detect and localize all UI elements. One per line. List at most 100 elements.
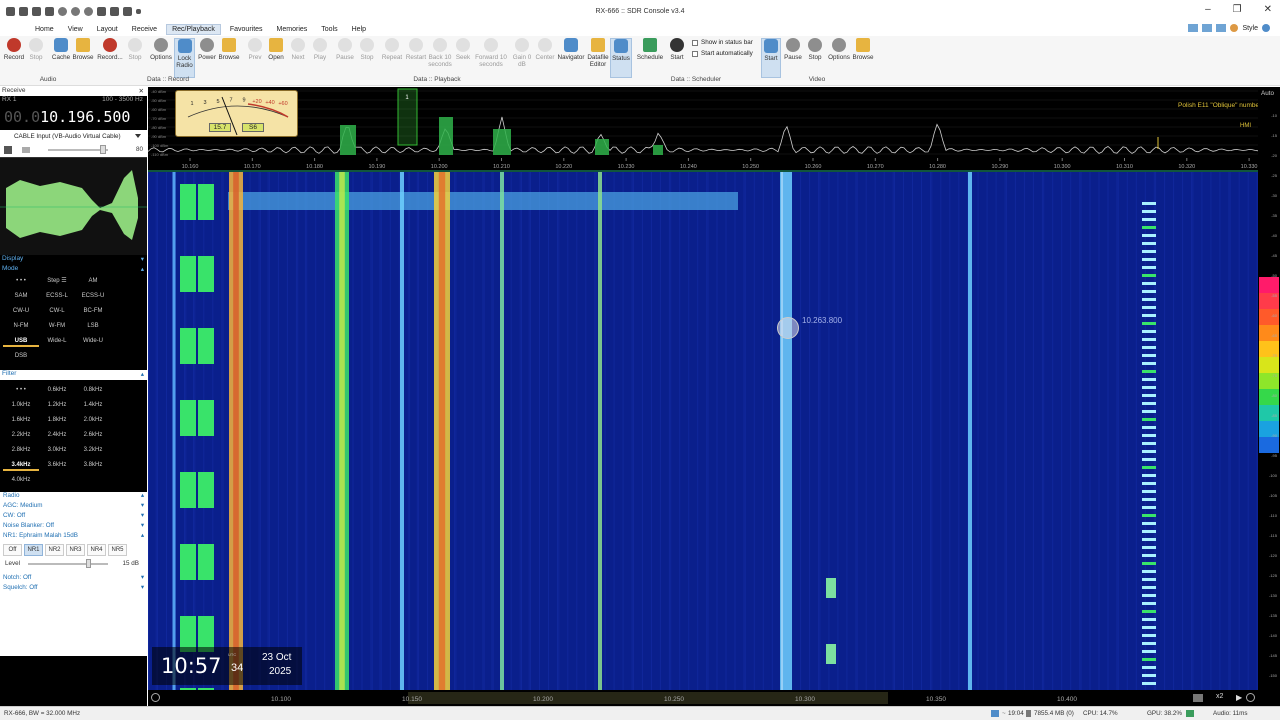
video-pause-button[interactable]: Pause <box>783 38 803 61</box>
mode-button[interactable]: CW-U <box>3 305 39 317</box>
mode-button[interactable]: Wide-L <box>39 335 75 347</box>
browse-button[interactable]: Browse <box>71 38 95 61</box>
mode-section-header[interactable]: Mode ▴ <box>0 265 147 275</box>
video-browse-button[interactable]: Browse <box>851 38 875 61</box>
filter-button[interactable]: 2.0kHz <box>75 414 111 426</box>
status-button[interactable]: Status <box>610 38 632 78</box>
video-options-button[interactable]: Options <box>826 38 852 61</box>
mode-button[interactable]: USB <box>3 335 39 347</box>
nr-button[interactable]: NR4 <box>87 544 106 556</box>
repeat-button[interactable]: Repeat <box>380 38 404 61</box>
filter-button[interactable]: 2.2kHz <box>3 429 39 441</box>
nr-button[interactable]: NR2 <box>45 544 64 556</box>
speaker-icon[interactable] <box>4 146 12 154</box>
options-button[interactable]: Options <box>148 38 174 61</box>
pause-button[interactable]: Pause <box>334 38 356 61</box>
filter-section-header[interactable]: Filter ▴ <box>0 370 147 380</box>
fullscreen-icon[interactable] <box>1216 24 1227 32</box>
datafile-editor-button[interactable]: Datafile Editor <box>586 38 610 68</box>
open-button[interactable]: Open <box>266 38 286 61</box>
style-menu[interactable]: Style <box>1242 25 1258 32</box>
radio-header[interactable]: Radio ▴ <box>0 492 147 502</box>
monitor-icon[interactable] <box>1202 24 1213 32</box>
filter-button[interactable]: 1.4kHz <box>75 399 111 411</box>
close-icon[interactable]: ✕ <box>139 87 144 96</box>
level-slider-handle[interactable] <box>86 559 91 568</box>
mode-button[interactable]: BC-FM <box>75 305 111 317</box>
nr-button[interactable]: NR3 <box>66 544 85 556</box>
mode-button[interactable]: SAM <box>3 290 39 302</box>
clock-toggle-icon[interactable] <box>151 693 160 702</box>
filter-button[interactable]: 3.2kHz <box>75 444 111 456</box>
filter-button[interactable]: 1.6kHz <box>3 414 39 426</box>
seek-button[interactable]: Seek <box>453 38 473 61</box>
level-slider-track[interactable] <box>28 563 108 565</box>
waterfall-display[interactable]: 10.263.800 <box>148 172 1258 690</box>
notch-row[interactable]: Notch: Off ▾ <box>0 574 147 584</box>
volume-slider-track[interactable] <box>48 149 108 151</box>
mode-button[interactable]: ECSS-U <box>75 290 111 302</box>
forward-10-button[interactable]: Forward 10 seconds <box>475 38 507 68</box>
squelch-row[interactable]: Squelch: Off ▾ <box>0 584 147 594</box>
browse-record-button[interactable]: Browse <box>218 38 240 61</box>
start-automatically-checkbox[interactable]: Start automatically <box>692 50 753 57</box>
audio-input-select[interactable]: CABLE Input (VB-Audio Virtual Cable) <box>0 130 147 143</box>
gain-button[interactable]: Gain 0 dB <box>510 38 534 68</box>
mode-button[interactable]: AM <box>75 275 111 287</box>
navigator-button[interactable]: Navigator <box>556 38 586 61</box>
cache-button[interactable]: Cache <box>50 38 72 61</box>
lock-radio-button[interactable]: Lock Radio <box>174 38 195 78</box>
filter-button[interactable]: 0.8kHz <box>75 384 111 396</box>
mode-button[interactable]: N-FM <box>3 320 39 332</box>
filter-button[interactable]: 1.8kHz <box>39 414 75 426</box>
show-in-status-bar-checkbox[interactable]: Show in status bar <box>692 39 753 46</box>
filter-button[interactable]: 1.0kHz <box>3 399 39 411</box>
menu-item[interactable]: Tools <box>316 25 342 34</box>
mode-button[interactable]: CW-L <box>39 305 75 317</box>
menu-item[interactable]: Home <box>30 25 59 34</box>
play-button[interactable]: Play <box>310 38 330 61</box>
filter-button[interactable]: 3.4kHz <box>3 459 39 471</box>
filter-button[interactable]: 2.6kHz <box>75 429 111 441</box>
back-10-button[interactable]: Back 10 seconds <box>428 38 452 68</box>
cw-row[interactable]: CW: Off ▾ <box>0 512 147 522</box>
next-button[interactable]: Next <box>288 38 308 61</box>
window-layout-icon[interactable] <box>1188 24 1199 32</box>
menu-item[interactable]: Layout <box>92 25 123 34</box>
center-button[interactable]: Center <box>534 38 556 61</box>
mode-button[interactable]: W-FM <box>39 320 75 332</box>
display-section-header[interactable]: Display ▾ <box>0 255 147 265</box>
frequency-display[interactable]: 00.010.196.500 <box>0 104 147 130</box>
restore-icon[interactable]: ❐ <box>1233 4 1242 15</box>
close-icon[interactable]: ✕ <box>1264 4 1272 15</box>
filter-button[interactable]: 0.6kHz <box>39 384 75 396</box>
mute-icon[interactable] <box>22 147 30 153</box>
nr-row[interactable]: NR1: Ephraim Malah 15dB ▴ <box>0 532 147 542</box>
zoom-reset-icon[interactable] <box>1246 693 1255 702</box>
filter-button[interactable]: 3.6kHz <box>39 459 75 471</box>
restart-button[interactable]: Restart <box>404 38 428 61</box>
agc-row[interactable]: AGC: Medium ▾ <box>0 502 147 512</box>
menu-item[interactable]: View <box>63 25 88 34</box>
filter-button[interactable]: • • • <box>3 384 39 396</box>
palette-icon[interactable] <box>1230 24 1239 32</box>
auto-label[interactable]: Auto <box>1261 90 1274 97</box>
data-stop-button[interactable]: Stop <box>124 38 146 61</box>
play-arrow-icon[interactable]: ▶ <box>1236 693 1242 702</box>
filter-button[interactable]: 4.0kHz <box>3 474 39 486</box>
filter-button[interactable]: 2.8kHz <box>3 444 39 456</box>
noise-blanker-row[interactable]: Noise Blanker: Off ▾ <box>0 522 147 532</box>
volume-slider-handle[interactable] <box>100 145 106 154</box>
mode-button[interactable]: Step ☰ <box>39 275 75 287</box>
nr-button[interactable]: Off <box>3 544 22 556</box>
mode-button[interactable]: ECSS-L <box>39 290 75 302</box>
menu-item[interactable]: Rec/Playback <box>166 23 221 35</box>
filter-button[interactable]: 3.8kHz <box>75 459 111 471</box>
minimize-icon[interactable]: – <box>1205 4 1211 15</box>
mode-button[interactable]: LSB <box>75 320 111 332</box>
visible-range-bar[interactable] <box>408 692 888 704</box>
nr-button[interactable]: NR1 <box>24 544 43 556</box>
menu-item[interactable]: Receive <box>127 25 162 34</box>
scheduler-start-button[interactable]: Start <box>666 38 688 61</box>
audio-stop-button[interactable]: Stop <box>26 38 46 61</box>
